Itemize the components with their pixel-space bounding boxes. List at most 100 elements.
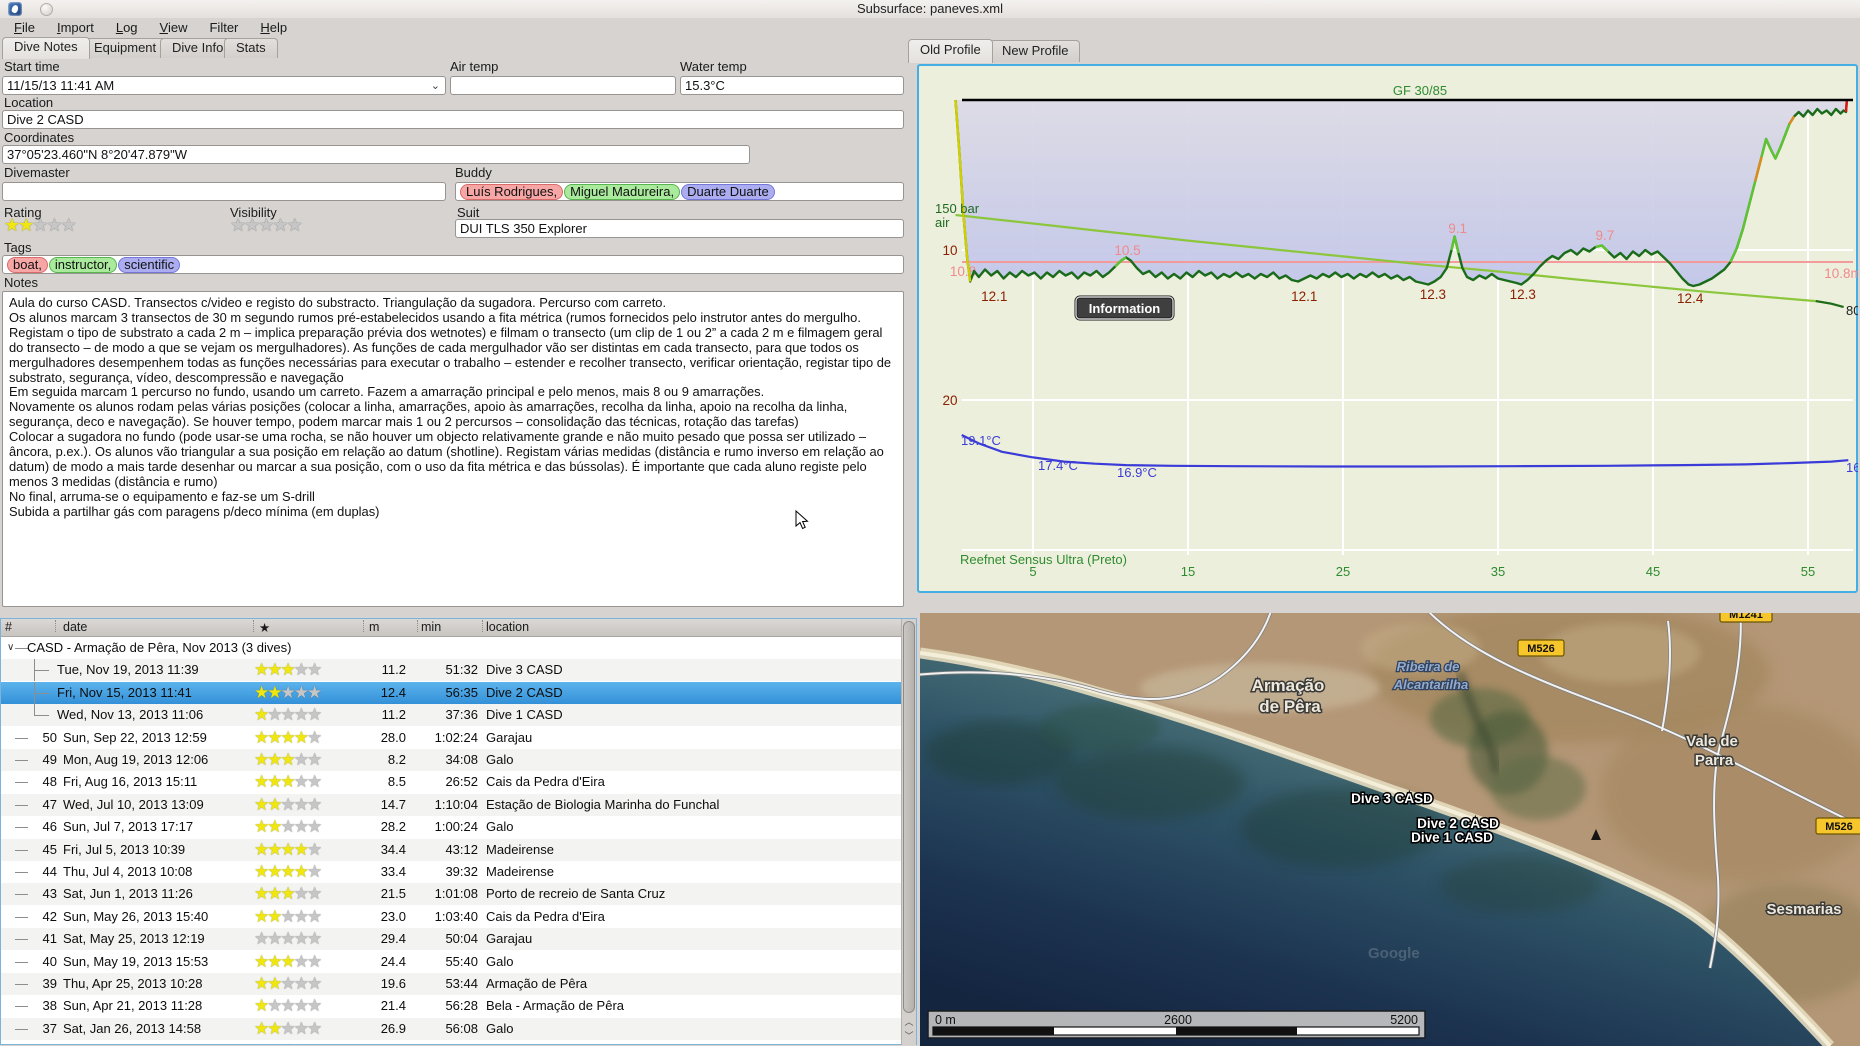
divemaster-field[interactable] xyxy=(2,182,446,201)
dive-row[interactable]: 46 Sun, Jul 7, 2013 17:17 ★★★★★ 28.2 1:00:24… xyxy=(1,816,902,838)
dive-row[interactable]: 43 Sat, Jun 1, 2013 11:26 ★★★★★ 21.5 1:01:08… xyxy=(1,883,902,906)
star-icon: ★ xyxy=(32,215,48,235)
rating-stars[interactable]: ★★★★★ xyxy=(4,215,77,235)
svg-text:9.7: 9.7 xyxy=(1596,228,1615,243)
suit-field[interactable]: DUI TLS 350 Explorer xyxy=(455,219,904,238)
star-icon: ★ xyxy=(244,215,260,235)
star-icon: ★ xyxy=(307,660,322,680)
dive-row[interactable]: 36Sun, Jan 20, 2013 12:33★★★★★21.758:36C… xyxy=(1,1040,902,1044)
dive-site-label[interactable]: Dive 3 CASD xyxy=(1350,790,1435,808)
star-icon: ★ xyxy=(307,1041,322,1044)
dive-row[interactable]: 50 Sun, Sep 22, 2013 12:59 ★★★★★ 28.0 1:02:2… xyxy=(1,727,902,749)
menu-filter[interactable]: Filter xyxy=(199,19,248,37)
left-tab-bar: Dive Notes Equipment Dive Info Stats xyxy=(2,37,902,59)
dive-row[interactable]: 42 Sun, May 26, 2013 15:40 ★★★★★ 23.0 1:03:4… xyxy=(1,906,902,928)
menu-help[interactable]: Help xyxy=(250,19,297,37)
star-icon: ★ xyxy=(293,862,309,881)
dive-row[interactable]: 41 Sat, May 25, 2013 12:19 ★★★★★ 29.4 50:04 G… xyxy=(1,928,902,951)
star-icon: ★ xyxy=(293,996,309,1016)
notes-textarea[interactable]: Aula do curso CASD. Transectos c/video e… xyxy=(2,291,904,607)
column-header-4[interactable]: min xyxy=(421,620,441,634)
tag-chip[interactable]: Luís Rodrigues, xyxy=(460,184,564,200)
tab-dive-notes[interactable]: Dive Notes xyxy=(2,37,90,59)
dive-row[interactable]: 37 Sat, Jan 26, 2013 14:58 ★★★★★ 26.9 56:08 G… xyxy=(1,1017,902,1040)
dive-list-scrollbar[interactable]: ︿ ﹀ xyxy=(901,619,916,1045)
menu-file[interactable]: File xyxy=(4,19,45,37)
tag-chip[interactable]: Duarte Duarte xyxy=(681,184,775,200)
tab-old-profile[interactable]: Old Profile xyxy=(908,39,993,63)
dive-site-label[interactable]: Dive 2 CASD xyxy=(1416,815,1501,833)
svg-text:de Pêra: de Pêra xyxy=(1259,697,1321,716)
tab-equipment[interactable]: Equipment xyxy=(82,38,169,58)
svg-text:5200: 5200 xyxy=(1390,1013,1418,1027)
dive-row[interactable]: 40 Sun, May 19, 2013 15:53 ★★★★★ 24.4 55:40 G… xyxy=(1,951,902,973)
mouse-cursor xyxy=(795,510,809,530)
expander-icon[interactable]: ∨ xyxy=(7,637,14,659)
tab-stats[interactable]: Stats xyxy=(224,38,278,58)
star-icon: ★ xyxy=(293,974,309,993)
star-icon: ★ xyxy=(267,862,282,881)
svg-text:12.3: 12.3 xyxy=(1510,287,1536,302)
column-header-0[interactable]: # xyxy=(5,620,12,634)
tags-field[interactable]: boat, instructor, scientific xyxy=(2,255,904,274)
dive-row[interactable]: 48 Fri, Aug 16, 2013 15:11 ★★★★★ 8.5 26:52 Ca… xyxy=(1,771,902,793)
visibility-stars[interactable]: ★★★★★ xyxy=(230,215,303,235)
column-header-5[interactable]: location xyxy=(486,620,529,634)
dive-list[interactable]: # date ★ m min location ∨ CASD - Armação de Pê… xyxy=(0,618,917,1045)
column-header-3[interactable]: m xyxy=(369,620,379,634)
information-button[interactable]: Information xyxy=(1074,295,1175,321)
tray-icon[interactable] xyxy=(40,3,53,16)
dive-site-label[interactable]: Dive 1 CASD xyxy=(1410,829,1495,847)
star-icon: ★ xyxy=(267,929,282,949)
dive-row[interactable]: 47 Wed, Jul 10, 2013 13:09 ★★★★★ 14.7 1:10:0… xyxy=(1,793,902,816)
svg-text:Vale de: Vale de xyxy=(1686,733,1738,750)
tab-new-profile[interactable]: New Profile xyxy=(990,40,1081,62)
dive-row[interactable]: 49 Mon, Aug 19, 2013 12:06 ★★★★★ 8.2 34:08 Ga… xyxy=(1,749,902,771)
tag-chip[interactable]: boat, xyxy=(7,257,48,273)
dive-location-map[interactable]: Armação de Pêra Vale de Parra Sesmarias Ribei… xyxy=(920,613,1860,1046)
column-header-2[interactable]: ★ xyxy=(259,620,270,635)
menu-log[interactable]: Log xyxy=(106,19,148,37)
tag-chip[interactable]: Miguel Madureira, xyxy=(564,184,681,200)
air-temp-field[interactable] xyxy=(450,76,676,95)
star-icon: ★ xyxy=(307,951,322,971)
svg-text:10.5: 10.5 xyxy=(1114,243,1140,258)
location-field[interactable]: Dive 2 CASD xyxy=(2,110,904,129)
start-time-combobox[interactable]: 11/15/13 11:41 AM ⌄ xyxy=(2,76,446,95)
dive-row[interactable]: 38 Sun, Apr 21, 2013 11:28 ★★★★★ 21.4 56:28 B… xyxy=(1,995,902,1017)
star-icon: ★ xyxy=(267,817,282,837)
divemaster-label: Divemaster xyxy=(4,165,70,180)
star-icon: ★ xyxy=(280,951,296,971)
dive-row[interactable]: Wed, Nov 13, 2013 11:06 ★★★★★ 11.2 37:36 Div… xyxy=(1,704,902,727)
chevron-down-icon[interactable]: ⌄ xyxy=(431,79,440,94)
star-icon: ★ xyxy=(293,705,309,725)
dive-row[interactable]: 45 Fri, Jul 5, 2013 10:39 ★★★★★ 34.4 43:12 Ma… xyxy=(1,838,902,861)
coordinates-field[interactable]: 37°05'23.460"N 8°20'47.879"W xyxy=(2,145,750,164)
star-icon: ★ xyxy=(307,996,322,1016)
menu-view[interactable]: View xyxy=(150,19,198,37)
tag-chip[interactable]: scientific xyxy=(118,257,181,273)
notes-label: Notes xyxy=(4,275,38,290)
dive-row[interactable]: Tue, Nov 19, 2013 11:39 ★★★★★ 11.2 51:32 Div… xyxy=(1,659,902,682)
scroll-down-icon[interactable]: ﹀ xyxy=(902,1029,916,1043)
buddy-field[interactable]: Luís Rodrigues, Miguel Madureira, Duarte D… xyxy=(455,182,904,201)
tag-chip[interactable]: instructor, xyxy=(48,257,118,273)
dive-row[interactable]: 39 Thu, Apr 25, 2013 10:28 ★★★★★ 19.6 53:44 A… xyxy=(1,973,902,995)
star-icon: ★ xyxy=(280,1018,296,1038)
svg-text:M526: M526 xyxy=(1825,821,1853,833)
dive-row[interactable]: Fri, Nov 15, 2013 11:41 ★★★★★ 12.4 56:35 Div… xyxy=(1,681,902,704)
star-icon: ★ xyxy=(307,974,322,993)
column-header-1[interactable]: date xyxy=(63,620,87,634)
scroll-up-icon[interactable]: ︿ xyxy=(902,1015,916,1029)
trip-group-row[interactable]: ∨ CASD - Armação de Pêra, Nov 2013 (3 div… xyxy=(1,637,902,659)
dive-list-header[interactable]: # date ★ m min location xyxy=(1,619,916,637)
dive-profile-chart[interactable]: 5 15 25 35 45 55102010.8 10.8m19.1°C17.4°C 16.9… xyxy=(925,75,1858,590)
svg-text:80: 80 xyxy=(1846,303,1858,318)
subsurface-window: Subsurface: paneves.xml File Import Log Vie… xyxy=(0,0,1860,1046)
dive-row[interactable]: 44 Thu, Jul 4, 2013 10:08 ★★★★★ 33.4 39:32 Ma… xyxy=(1,861,902,883)
scrollbar-thumb[interactable] xyxy=(903,621,915,1013)
svg-text:10: 10 xyxy=(942,243,957,258)
menu-import[interactable]: Import xyxy=(47,19,104,37)
star-icon: ★ xyxy=(267,682,282,702)
water-temp-field[interactable]: 15.3°C xyxy=(680,76,904,95)
